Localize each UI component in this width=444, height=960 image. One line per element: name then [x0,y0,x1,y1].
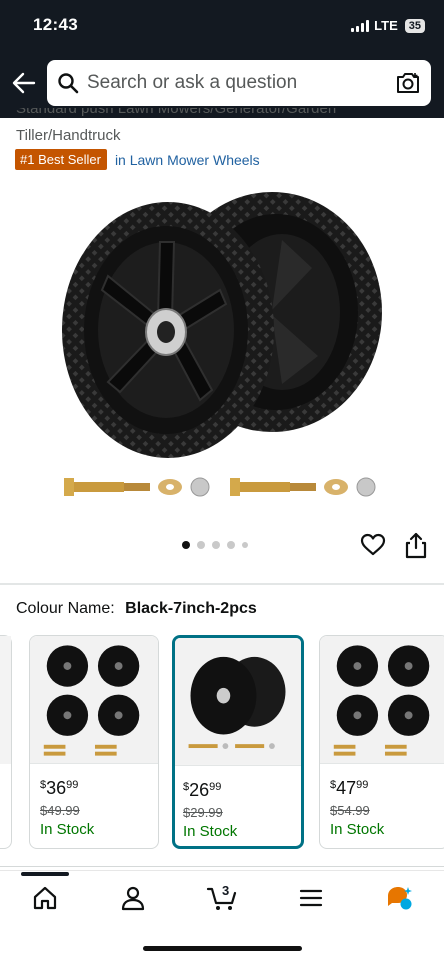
carousel-dot[interactable] [242,542,248,548]
section-divider [0,583,444,585]
variant-card[interactable]: $4799 $54.99 In Stock [319,635,444,849]
variant-list-price: $54.99 [330,803,370,818]
status-time: 12:43 [33,15,78,34]
variant-availability: In Stock [330,821,385,838]
status-indicators: LTE 35 [351,18,425,33]
product-image[interactable] [50,180,394,510]
rufus-icon[interactable] [385,884,413,912]
variant-availability: In Stock [183,823,238,840]
product-title-line1: Standard push Lawn Mowers/Generator/Gard… [16,108,337,117]
variant-list-price: $49.99 [40,803,80,818]
search-bar[interactable] [47,60,431,106]
colour-label: Colour Name: [16,600,115,617]
colour-value: Black-7inch-2pcs [125,600,257,617]
variant-thumbnail [320,636,444,764]
top-header: 12:43 LTE 35 [0,0,444,118]
variant-price: $3699 [40,778,79,798]
bottom-separator [0,866,444,867]
colour-selector-label: Colour Name: Black-7inch-2pcs [16,600,257,618]
best-seller-category-link[interactable]: in Lawn Mower Wheels [115,152,260,168]
share-icon[interactable] [404,531,428,559]
carousel-dot[interactable] [197,541,205,549]
search-icon [58,73,79,94]
product-title-line2: Tiller/Handtruck [16,127,121,144]
variant-card[interactable]: $3699 $49.99 In Stock [29,635,159,849]
cart-count: 3 [222,883,230,898]
image-carousel-dots[interactable] [182,541,248,549]
network-label: LTE [374,18,398,33]
search-input[interactable] [87,60,377,106]
carousel-dot[interactable] [227,541,235,549]
variant-thumbnail [175,638,301,766]
best-seller-badge[interactable]: #1 Best Seller [15,149,107,170]
best-seller-row: #1 Best Seller in Lawn Mower Wheels [15,149,260,170]
carousel-dot[interactable] [182,541,190,549]
home-icon[interactable] [31,884,59,912]
variant-availability: In Stock [40,821,95,838]
product-title: Standard push Lawn Mowers/Generator/Gard… [16,108,436,148]
battery-icon: 35 [404,18,425,33]
carousel-dot[interactable] [212,541,220,549]
variant-price: $2699 [183,780,222,800]
menu-icon[interactable] [297,884,325,912]
active-tab-indicator [21,872,69,876]
camera-search-icon[interactable] [395,71,421,95]
variant-thumbnail [30,636,158,764]
variant-card-partial[interactable] [0,635,12,849]
signal-icon [351,19,370,32]
variant-list-price: $29.99 [183,805,223,820]
heart-icon[interactable] [360,532,386,558]
home-indicator [143,946,302,951]
back-arrow-icon[interactable] [10,69,38,97]
variant-price: $4799 [330,778,369,798]
account-icon[interactable] [119,884,147,912]
variant-card-selected[interactable]: $2699 $29.99 In Stock [172,635,304,849]
